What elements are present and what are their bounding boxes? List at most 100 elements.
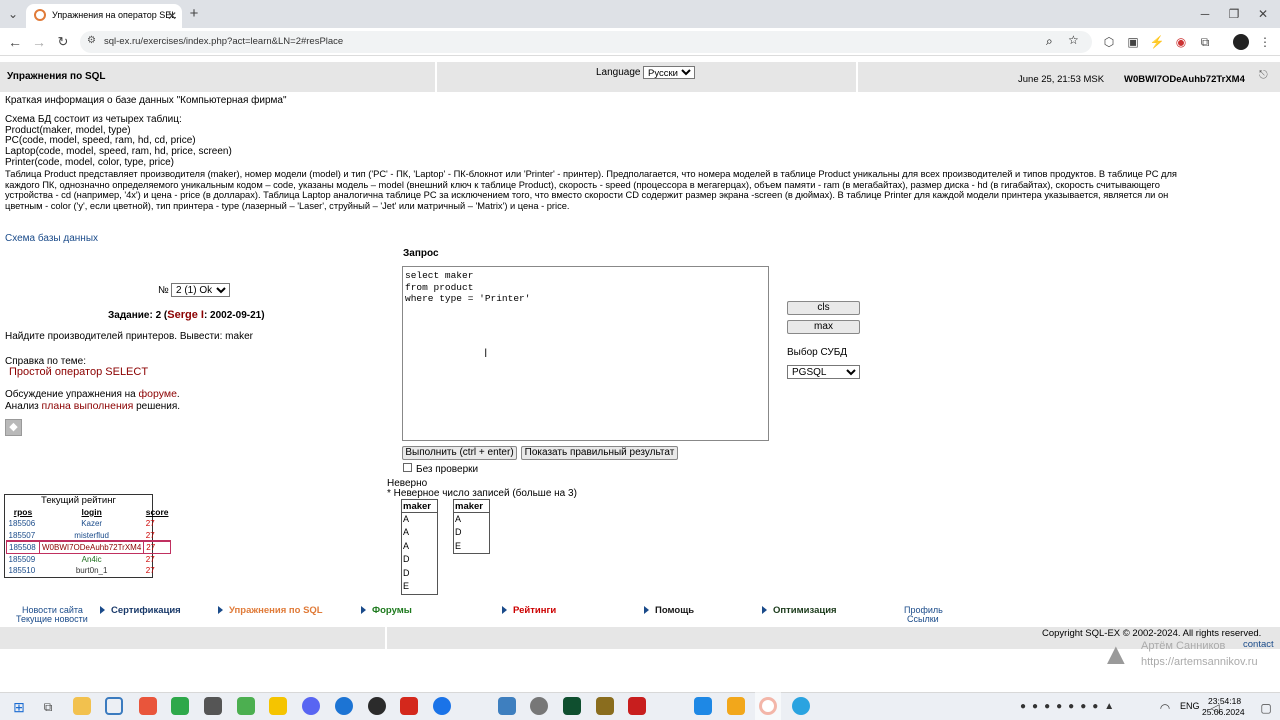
watermark-url: https://artemsannikov.ru xyxy=(1141,656,1258,668)
app-steam-icon[interactable] xyxy=(530,697,548,715)
input-language[interactable]: ENG xyxy=(1180,701,1200,711)
show-correct-result-button[interactable]: Показать правильный результат xyxy=(521,446,678,460)
restore-icon[interactable]: ❐ xyxy=(1226,6,1242,22)
nav-links[interactable]: Ссылки xyxy=(907,614,939,624)
window-close-icon[interactable]: ✕ xyxy=(1255,6,1271,22)
tab-list-icon[interactable]: ⌄ xyxy=(5,6,21,22)
extension-1-icon[interactable]: ⬡ xyxy=(1101,34,1117,50)
language-select[interactable]: Русский xyxy=(643,66,695,79)
nav-certification[interactable]: Сертификация xyxy=(100,605,181,616)
pycharm-icon[interactable] xyxy=(563,697,581,715)
discord-icon[interactable] xyxy=(302,697,320,715)
rating-row: 185509 An4ic 27 xyxy=(7,553,171,565)
extension-3-icon[interactable]: ⚡ xyxy=(1149,34,1165,50)
task-number-select[interactable]: 2 (1) Ok xyxy=(171,283,230,297)
browser-tab[interactable]: Упражнения на оператор SEL ✕ xyxy=(26,4,182,28)
minimize-icon[interactable]: ─ xyxy=(1197,6,1213,22)
schema-table-line: Laptop(code, model, speed, ram, hd, pric… xyxy=(5,146,232,158)
rating-title: Текущий рейтинг xyxy=(41,495,116,506)
sublime-icon[interactable] xyxy=(727,697,745,715)
browser-menu-icon[interactable]: ⋮ xyxy=(1257,34,1273,50)
watermark-logo-icon: ▲ xyxy=(1101,638,1131,671)
rating-login[interactable]: W0BWI7ODeAuhb72TrXM4 xyxy=(38,540,145,554)
vscode-icon[interactable] xyxy=(694,697,712,715)
dbms-label: Выбор СУБД xyxy=(787,347,848,358)
text-cursor-icon: I xyxy=(484,346,488,360)
cls-button[interactable]: cls xyxy=(787,301,860,315)
clock-date[interactable]: 25.06.2024 xyxy=(1202,707,1245,717)
nav-help[interactable]: Помощь xyxy=(644,605,694,616)
max-button[interactable]: max xyxy=(787,320,860,334)
logout-icon[interactable]: ⎋ xyxy=(1259,69,1268,82)
notifications-icon[interactable]: ▢ xyxy=(1258,700,1274,716)
rating-col-login[interactable]: login xyxy=(40,506,144,518)
app-db-icon[interactable] xyxy=(498,697,516,715)
rating-score: 27 xyxy=(145,554,155,564)
start-windows-icon[interactable]: ⊞ xyxy=(11,699,27,715)
app-w-icon[interactable] xyxy=(433,697,451,715)
clock-time[interactable]: 23:54:18 xyxy=(1208,696,1241,706)
dbms-select[interactable]: PGSQL xyxy=(787,365,860,379)
nav-exercises[interactable]: Упражнения по SQL xyxy=(218,605,323,616)
extension-4-icon[interactable]: ◉ xyxy=(1173,34,1189,50)
nav-optimization[interactable]: Оптимизация xyxy=(762,605,837,616)
file-explorer-icon[interactable] xyxy=(73,697,91,715)
zoom-icon[interactable]: ⌕ xyxy=(1046,34,1053,49)
site-info-icon[interactable]: ⚙ xyxy=(87,35,96,46)
app-tool-icon[interactable] xyxy=(204,697,222,715)
app-green-icon[interactable] xyxy=(171,697,189,715)
app-red-icon[interactable] xyxy=(139,697,157,715)
nav-forums-label: Форумы xyxy=(372,605,412,616)
app-map-icon[interactable] xyxy=(237,697,255,715)
nav-current-news[interactable]: Текущие новости xyxy=(16,614,88,624)
bookmark-star-icon[interactable]: ☆ xyxy=(1068,33,1079,47)
task-view-icon[interactable]: ⧉ xyxy=(40,699,56,715)
rating-login[interactable]: burt0n_1 xyxy=(40,565,144,577)
analysis-line: Анализ плана выполнения решения. xyxy=(5,400,180,412)
system-tray-icons[interactable]: ●●●●●●●▲ xyxy=(1020,701,1140,713)
app-cube-icon[interactable] xyxy=(105,697,123,715)
nav-optimization-label: Оптимизация xyxy=(773,605,837,616)
rating-col-score[interactable]: score xyxy=(144,506,171,518)
back-icon[interactable]: ← xyxy=(7,34,23,50)
rating-login[interactable]: An4ic xyxy=(40,553,144,565)
reload-icon[interactable]: ↻ xyxy=(55,34,71,50)
collapse-toggle-icon[interactable]: ◆ xyxy=(5,419,22,436)
acrobat-icon[interactable] xyxy=(400,697,418,715)
no-check-checkbox[interactable] xyxy=(403,463,412,472)
nav-forums[interactable]: Форумы xyxy=(361,605,412,616)
app-blue-icon[interactable] xyxy=(335,697,353,715)
telegram-icon[interactable] xyxy=(792,697,810,715)
nav-bullet-icon xyxy=(218,606,223,615)
help-topic-link[interactable]: Простой оператор SELECT xyxy=(9,366,148,378)
header-divider xyxy=(856,62,858,92)
rating-score: 27 xyxy=(145,530,155,540)
schema-intro: Схема БД состоит из четырех таблиц: xyxy=(5,113,182,125)
rating-login[interactable]: misterflud xyxy=(40,530,144,542)
extensions-puzzle-icon[interactable]: ⧉ xyxy=(1197,34,1213,50)
user-result-row: A xyxy=(403,514,410,524)
new-tab-icon[interactable]: + xyxy=(186,6,202,22)
app-dark-icon[interactable] xyxy=(368,697,386,715)
run-query-button[interactable]: Выполнить (ctrl + enter) xyxy=(402,446,517,460)
nav-ratings[interactable]: Рейтинги xyxy=(502,605,556,616)
execution-plan-link[interactable]: плана выполнения xyxy=(42,400,134,412)
nav-bullet-icon xyxy=(100,606,105,615)
address-bar[interactable]: ⚙ sql-ex.ru/exercises/index.php?act=lear… xyxy=(80,31,1092,53)
schema-link[interactable]: Схема базы данных xyxy=(5,233,98,244)
contact-link[interactable]: contact xyxy=(1243,639,1274,650)
forward-icon[interactable]: → xyxy=(31,34,47,50)
db-info-title: Краткая информация о базе данных "Компью… xyxy=(5,95,287,106)
filezilla-icon[interactable] xyxy=(628,697,646,715)
forum-link[interactable]: форуме xyxy=(139,388,177,400)
rating-login[interactable]: Kazer xyxy=(40,518,144,530)
user-result-header: maker xyxy=(402,500,437,513)
extension-2-icon[interactable]: ▣ xyxy=(1125,34,1141,50)
tab-close-icon[interactable]: ✕ xyxy=(164,8,180,24)
app-git-icon[interactable] xyxy=(596,697,614,715)
profile-avatar-icon[interactable] xyxy=(1233,34,1249,50)
wifi-icon[interactable]: ◠ xyxy=(1157,700,1173,716)
app-lock-icon[interactable] xyxy=(269,697,287,715)
rating-col-rpos[interactable]: rpos xyxy=(7,506,40,518)
query-editor[interactable]: select maker from product where type = '… xyxy=(402,266,769,441)
